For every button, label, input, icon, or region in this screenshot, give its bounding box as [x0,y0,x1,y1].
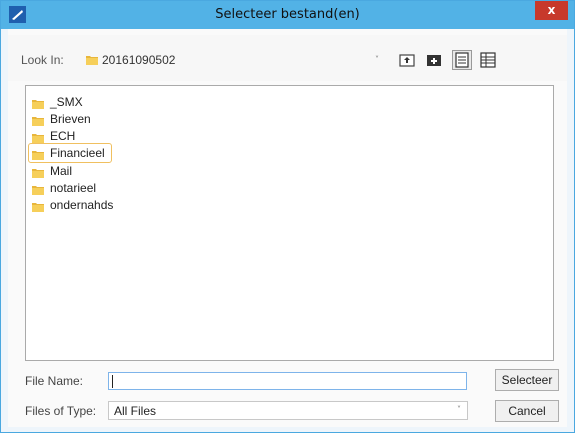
text-caret [112,375,113,388]
folder-icon [31,148,45,160]
list-view-button[interactable] [452,50,472,70]
folder-icon [31,200,45,212]
list-item-label: Mail [50,164,73,178]
new-folder-button[interactable] [424,50,444,70]
list-item-label: ECH [50,129,76,143]
file-type-select[interactable]: All Files ˅ [108,401,468,420]
list-item[interactable]: notarieel [31,180,96,196]
folder-icon [31,131,45,143]
file-chooser-dialog: Selecteer bestand(en) x Look In: 2016109… [0,0,575,433]
folder-icon [31,97,45,109]
list-item-label: _SMX [50,95,83,109]
list-item[interactable]: Brieven [31,111,91,127]
folder-icon [85,53,99,69]
file-type-label: Files of Type: [25,404,97,418]
list-item[interactable]: ondernahds [31,197,113,213]
new-folder-icon [427,55,441,66]
file-list[interactable]: _SMX Brieven ECH Financieel Mail notarie… [25,85,554,361]
up-folder-button[interactable] [397,50,417,70]
list-item-label: notarieel [50,181,97,195]
list-item[interactable]: _SMX [31,94,83,110]
list-item-selected[interactable]: Financieel [28,143,112,163]
title-bar[interactable]: Selecteer bestand(en) x [1,1,574,29]
close-button[interactable]: x [535,1,568,20]
window-title: Selecteer bestand(en) [215,7,360,22]
list-item-label: Brieven [50,112,91,126]
details-view-button[interactable] [478,50,498,70]
file-name-input[interactable] [108,372,467,390]
select-button[interactable]: Selecteer [495,369,559,391]
list-item[interactable]: Mail [31,163,72,179]
look-in-label: Look In: [21,53,64,67]
list-item-label: Financieel [50,146,105,160]
list-item[interactable]: ECH [31,128,75,144]
folder-icon [31,166,45,178]
cancel-button[interactable]: Cancel [495,400,559,422]
folder-icon [31,183,45,195]
file-name-label: File Name: [25,374,84,388]
chevron-down-icon[interactable]: ˅ [375,55,379,64]
up-folder-icon [399,54,415,67]
look-in-select[interactable]: 20161090502 [102,53,175,67]
list-item-label: ondernahds [50,198,114,212]
folder-icon [31,114,45,126]
file-type-value: All Files [114,404,157,418]
list-view-icon [455,52,469,68]
details-view-icon [480,52,496,68]
chevron-down-icon[interactable]: ˅ [457,405,461,414]
